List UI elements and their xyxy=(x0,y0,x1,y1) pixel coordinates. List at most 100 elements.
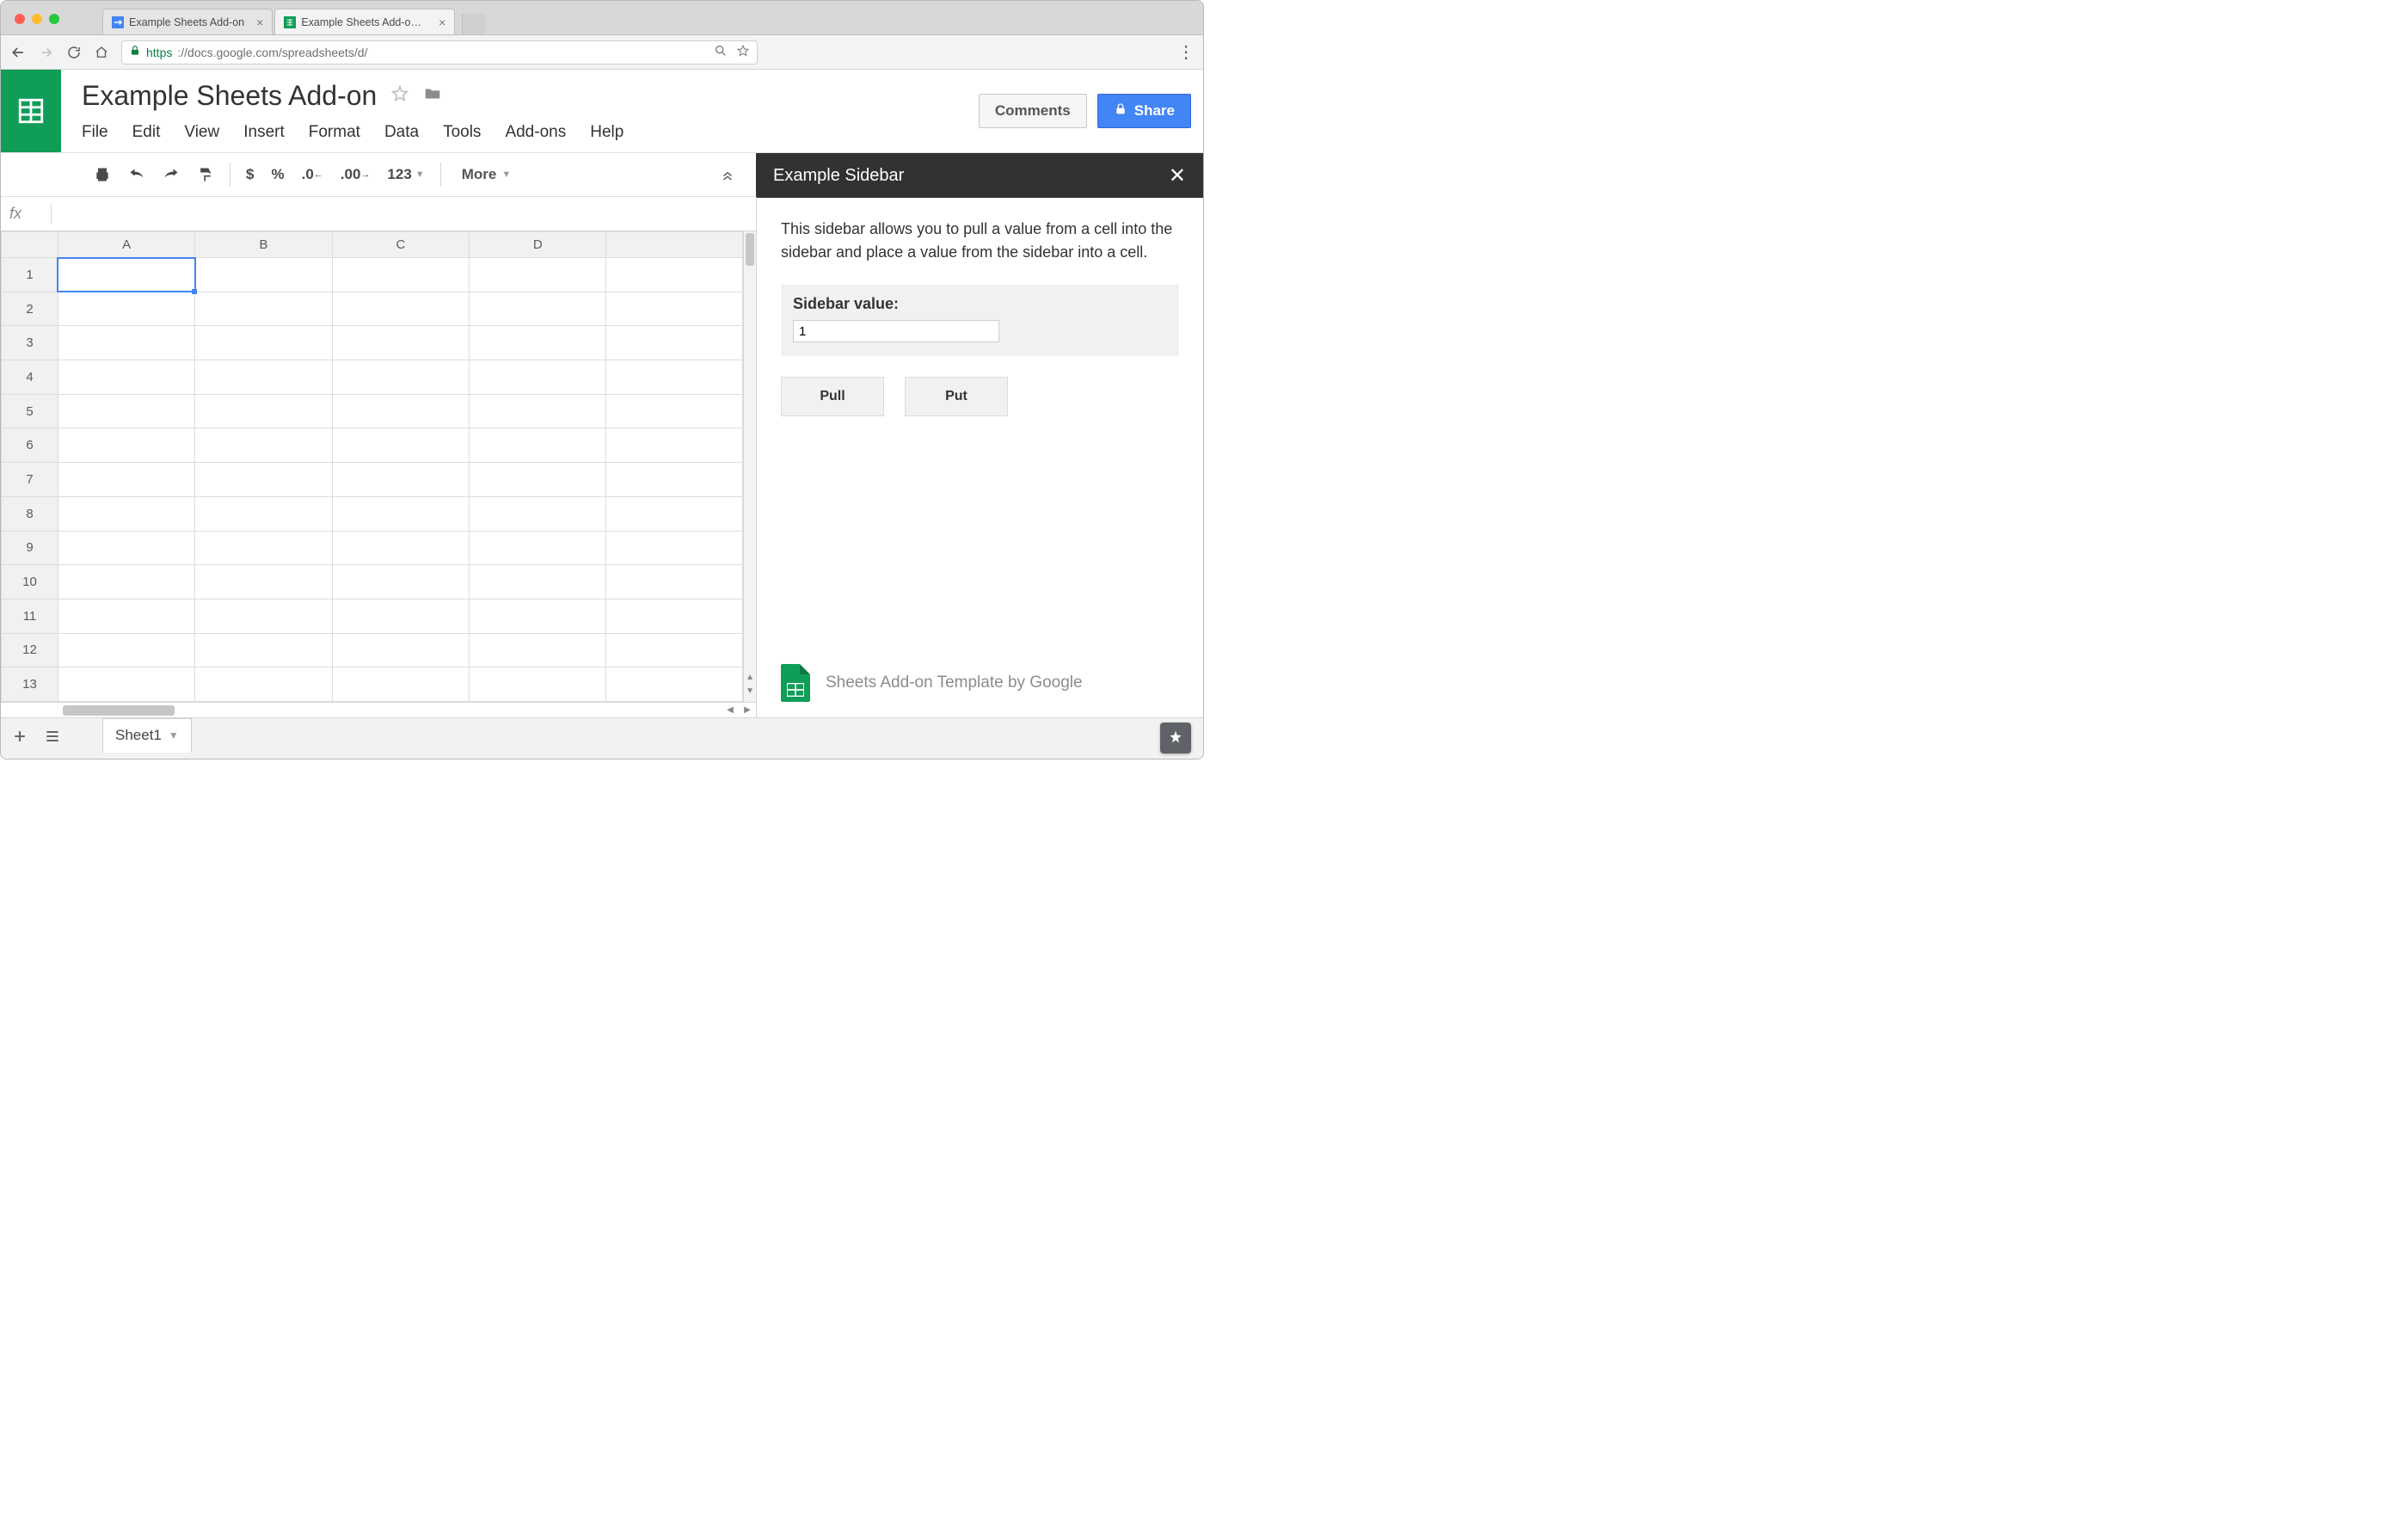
row-header[interactable]: 13 xyxy=(2,667,58,702)
close-window-icon[interactable] xyxy=(15,14,25,24)
cell[interactable] xyxy=(332,531,469,565)
cell[interactable] xyxy=(58,599,194,633)
column-header[interactable]: A xyxy=(58,232,194,258)
cell[interactable] xyxy=(195,633,332,667)
cell[interactable] xyxy=(606,667,743,702)
cell[interactable] xyxy=(58,531,194,565)
cell[interactable] xyxy=(470,531,606,565)
cell[interactable] xyxy=(332,258,469,292)
increase-decimal-button[interactable]: .00→ xyxy=(332,153,379,196)
cell[interactable] xyxy=(470,463,606,497)
menu-view[interactable]: View xyxy=(184,123,219,142)
cell[interactable] xyxy=(58,326,194,360)
cell[interactable] xyxy=(195,292,332,326)
scroll-up-icon[interactable]: ▲ xyxy=(744,671,756,685)
move-to-folder-icon[interactable] xyxy=(423,84,442,108)
sheet-tab-menu-icon[interactable]: ▼ xyxy=(169,729,179,741)
cell[interactable] xyxy=(332,496,469,531)
cell[interactable] xyxy=(195,394,332,428)
cell[interactable] xyxy=(195,496,332,531)
cell[interactable] xyxy=(58,428,194,463)
cell[interactable] xyxy=(195,667,332,702)
cell-A1[interactable] xyxy=(58,258,194,292)
currency-button[interactable]: $ xyxy=(237,153,262,196)
cell[interactable] xyxy=(195,360,332,395)
zoom-icon[interactable] xyxy=(714,44,728,60)
cell[interactable] xyxy=(470,292,606,326)
cell[interactable] xyxy=(470,258,606,292)
scrollbar-thumb[interactable] xyxy=(63,705,175,716)
cell[interactable] xyxy=(332,326,469,360)
select-all-corner[interactable] xyxy=(2,232,58,258)
sidebar-close-icon[interactable]: ✕ xyxy=(1169,163,1186,188)
menu-insert[interactable]: Insert xyxy=(243,123,285,142)
cell[interactable] xyxy=(470,428,606,463)
column-header[interactable]: C xyxy=(332,232,469,258)
cell[interactable] xyxy=(195,428,332,463)
menu-tools[interactable]: Tools xyxy=(443,123,481,142)
cell[interactable] xyxy=(606,326,743,360)
cell[interactable] xyxy=(606,394,743,428)
cell[interactable] xyxy=(470,360,606,395)
cell[interactable] xyxy=(332,633,469,667)
url-input[interactable]: https://docs.google.com/spreadsheets/d/ xyxy=(121,40,758,65)
number-format-button[interactable]: 123 ▼ xyxy=(378,153,433,196)
cell[interactable] xyxy=(470,326,606,360)
cell[interactable] xyxy=(58,394,194,428)
column-header[interactable]: D xyxy=(470,232,606,258)
share-button[interactable]: Share xyxy=(1097,94,1191,128)
explore-button[interactable] xyxy=(1160,723,1191,753)
undo-icon[interactable] xyxy=(120,153,154,196)
cell[interactable] xyxy=(58,463,194,497)
row-header[interactable]: 8 xyxy=(2,496,58,531)
cell[interactable] xyxy=(332,428,469,463)
document-title[interactable]: Example Sheets Add-on xyxy=(82,80,377,112)
cell[interactable] xyxy=(470,496,606,531)
cell[interactable] xyxy=(58,496,194,531)
menu-data[interactable]: Data xyxy=(384,123,419,142)
put-button[interactable]: Put xyxy=(905,377,1008,416)
nav-reload-icon[interactable] xyxy=(66,45,82,60)
cell[interactable] xyxy=(195,565,332,600)
row-header[interactable]: 6 xyxy=(2,428,58,463)
cell[interactable] xyxy=(470,565,606,600)
sidebar-value-input[interactable] xyxy=(793,320,999,342)
row-header[interactable]: 3 xyxy=(2,326,58,360)
row-header[interactable]: 2 xyxy=(2,292,58,326)
cell[interactable] xyxy=(332,394,469,428)
column-header[interactable] xyxy=(606,232,743,258)
cell[interactable] xyxy=(606,565,743,600)
cell[interactable] xyxy=(195,531,332,565)
row-header[interactable]: 7 xyxy=(2,463,58,497)
percent-button[interactable]: % xyxy=(262,153,292,196)
cell[interactable] xyxy=(195,463,332,497)
cell[interactable] xyxy=(332,667,469,702)
nav-back-icon[interactable] xyxy=(9,44,27,61)
cell[interactable] xyxy=(195,326,332,360)
collapse-toolbar-icon[interactable] xyxy=(699,153,756,196)
cell[interactable] xyxy=(58,360,194,395)
row-header[interactable]: 10 xyxy=(2,565,58,600)
cell[interactable] xyxy=(332,463,469,497)
cell[interactable] xyxy=(606,258,743,292)
row-header[interactable]: 5 xyxy=(2,394,58,428)
row-header[interactable]: 4 xyxy=(2,360,58,395)
more-tools-button[interactable]: More▼ xyxy=(453,153,520,196)
tab-close-icon[interactable]: × xyxy=(439,15,445,29)
scrollbar-thumb[interactable] xyxy=(746,233,754,266)
browser-tab-1[interactable]: Example Sheets Add-on - Goo… × xyxy=(274,9,455,34)
menu-format[interactable]: Format xyxy=(309,123,360,142)
cell[interactable] xyxy=(58,667,194,702)
menu-file[interactable]: File xyxy=(82,123,108,142)
bookmark-star-icon[interactable] xyxy=(736,44,750,60)
row-header[interactable]: 1 xyxy=(2,258,58,292)
row-header[interactable]: 9 xyxy=(2,531,58,565)
minimize-window-icon[interactable] xyxy=(32,14,42,24)
comments-button[interactable]: Comments xyxy=(979,94,1087,128)
sheets-logo-icon[interactable] xyxy=(1,70,61,152)
cell[interactable] xyxy=(470,394,606,428)
tab-close-icon[interactable]: × xyxy=(256,15,263,29)
cell[interactable] xyxy=(58,565,194,600)
cell[interactable] xyxy=(332,565,469,600)
row-header[interactable]: 12 xyxy=(2,633,58,667)
